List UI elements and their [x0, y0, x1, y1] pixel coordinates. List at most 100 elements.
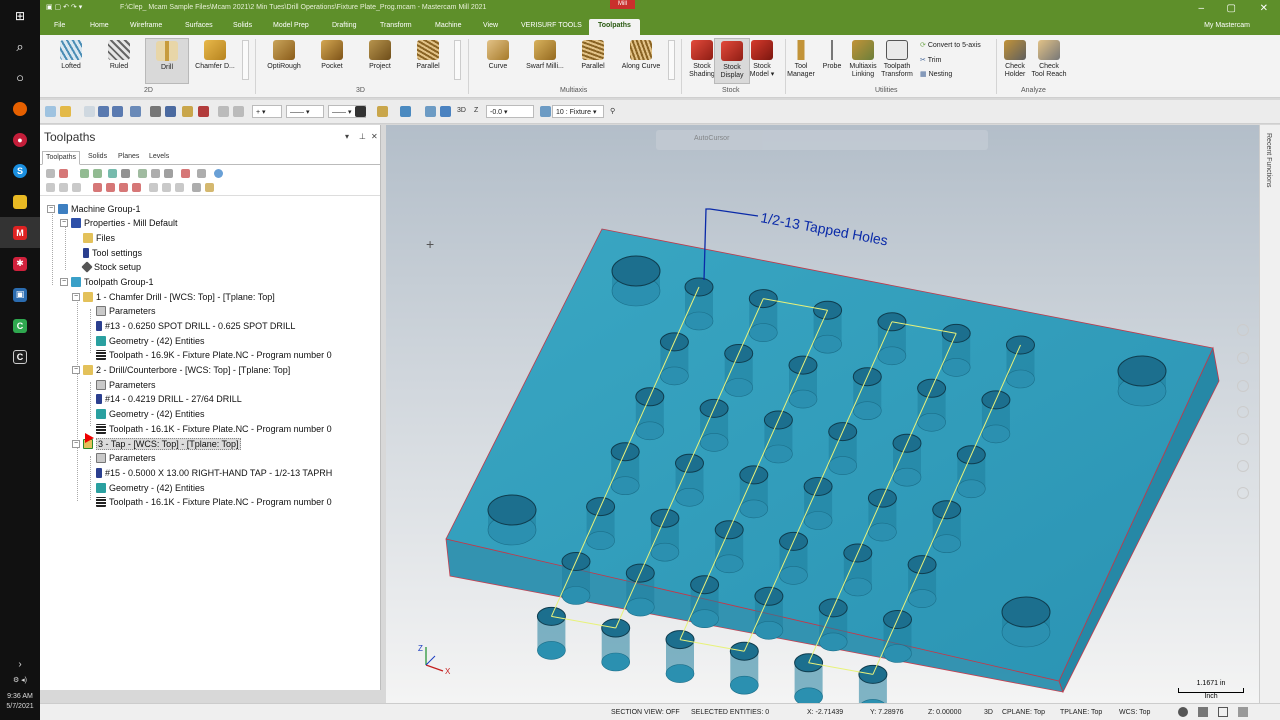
pocket-button[interactable]: Pocket [310, 38, 354, 84]
point-style-dropdown[interactable]: + ▾ [252, 105, 282, 118]
counterbore-hole[interactable] [1117, 355, 1167, 407]
tree-tool[interactable]: #15 - 0.5000 X 13.00 RIGHT-HAND TAP - 1/… [96, 466, 332, 480]
tree-files[interactable]: Files [83, 231, 115, 245]
recent-functions-strip[interactable]: Recent Functions [1259, 125, 1280, 703]
wireframe-icon[interactable] [1218, 707, 1228, 717]
my-mastercam-link[interactable]: My Mastercam [1204, 22, 1250, 29]
menu-home[interactable]: Home [90, 22, 109, 29]
select-all-icon[interactable] [46, 169, 55, 178]
toggle-posting-icon[interactable] [72, 183, 81, 192]
tab-planes[interactable]: Planes [118, 153, 139, 160]
shaded-view-icon[interactable] [1237, 433, 1249, 445]
collapse-icon[interactable]: − [47, 205, 55, 213]
clear-icon[interactable] [1237, 487, 1249, 499]
open-icon[interactable] [60, 106, 71, 117]
multiaxis-gallery-scroll[interactable] [668, 40, 675, 80]
tree-machine-group[interactable]: − Machine Group-1 [47, 202, 141, 216]
tab-solids[interactable]: Solids [88, 153, 107, 160]
collapse-icon[interactable]: − [72, 366, 80, 374]
menu-verisurf-tools[interactable]: VERISURF TOOLS [521, 22, 582, 29]
swarf-milling-button[interactable]: Swarf Milli... [523, 38, 567, 84]
g1-post-icon[interactable] [151, 169, 160, 178]
fixture-plate-model[interactable]: 1/2-13 Tapped Holes Z X + [386, 125, 1259, 703]
nesting-button[interactable]: ▦ Nesting [920, 70, 952, 78]
tapped-hole[interactable] [877, 312, 907, 366]
tree-settings-icon[interactable] [205, 183, 214, 192]
file-explorer-icon[interactable] [0, 186, 40, 217]
regenerate-all-icon[interactable] [80, 169, 89, 178]
display-mode-icon[interactable] [1198, 707, 1208, 717]
redo-icon[interactable] [233, 106, 244, 117]
tree-toolpath[interactable]: Toolpath - 16.1K - Fixture Plate.NC - Pr… [96, 422, 332, 436]
collapse-icon[interactable]: − [60, 278, 68, 286]
deselect-icon[interactable] [59, 169, 68, 178]
counterbore-hole[interactable] [611, 255, 661, 307]
stock-model-button[interactable]: Stock Model ▾ [744, 38, 780, 84]
camtasia-icon[interactable]: C [0, 341, 40, 372]
tree-geometry[interactable]: Geometry - (42) Entities [96, 334, 205, 348]
tree-tool[interactable]: #13 - 0.6250 SPOT DRILL - 0.625 SPOT DRI… [96, 319, 295, 333]
copy-icon[interactable] [84, 106, 95, 117]
ruled-button[interactable]: Ruled [97, 38, 141, 84]
windows-start-icon[interactable]: ⊞ [0, 0, 40, 31]
save-icon[interactable] [98, 106, 109, 117]
regenerate-dirty-icon[interactable] [93, 169, 102, 178]
tree-operation-3[interactable]: − 3 - Tap - [WCS: Top] - [Tplane: Top] [72, 437, 241, 451]
save-as-icon[interactable] [112, 106, 123, 117]
expand-collapse-icon[interactable] [175, 183, 184, 192]
menu-toolpaths[interactable]: Toolpaths [589, 19, 640, 35]
cplane-status[interactable]: CPLANE: Top [1002, 709, 1045, 716]
tab-toolpaths[interactable]: Toolpaths [42, 151, 80, 165]
insert-arrow-icon[interactable] [85, 433, 94, 443]
wireframe-color-icon[interactable] [355, 106, 366, 117]
menu-solids[interactable]: Solids [233, 22, 252, 29]
tab-levels[interactable]: Levels [149, 153, 169, 160]
tree-stock-setup[interactable]: Stock setup [81, 260, 141, 274]
tree-toolpath-group[interactable]: − Toolpath Group-1 [60, 275, 154, 289]
project-button[interactable]: Project [358, 38, 402, 84]
shading-icon[interactable] [1178, 707, 1188, 717]
tree-operation-2[interactable]: − 2 - Drill/Counterbore - [WCS: Top] - [T… [72, 363, 290, 377]
panel-menu-icon[interactable]: ▾ [345, 132, 349, 141]
taskbar-clock[interactable]: › ⚙ ◂) 9:36 AM 5/7/2021 [0, 660, 40, 712]
settings-icon[interactable] [1237, 460, 1249, 472]
tree-toolpath[interactable]: Toolpath - 16.9K - Fixture Plate.NC - Pr… [96, 348, 332, 362]
menu-transform[interactable]: Transform [380, 22, 412, 29]
move-down-icon[interactable] [93, 183, 102, 192]
panel-close-icon[interactable]: ✕ [371, 132, 378, 141]
section-view-status[interactable]: SECTION VIEW: OFF [611, 709, 680, 716]
menu-machine[interactable]: Machine [435, 22, 461, 29]
check-holder-button[interactable]: Check Holder [997, 38, 1033, 84]
tree-parameters[interactable]: Parameters [96, 378, 156, 392]
parallel-3d-button[interactable]: Parallel [406, 38, 450, 84]
menu-file[interactable]: File [54, 22, 65, 29]
tree-tool-settings[interactable]: Tool settings [83, 246, 142, 260]
tree-parameters[interactable]: Parameters [96, 451, 156, 465]
delete-operations-icon[interactable] [197, 169, 206, 178]
collapse-icon[interactable]: − [72, 293, 80, 301]
translucency-icon[interactable] [1238, 707, 1248, 717]
tree-options-icon[interactable] [192, 183, 201, 192]
graphics-viewport[interactable]: AutoCursor 1/2-13 Tapped Holes Z X + 1.1… [386, 125, 1259, 703]
3d-gallery-scroll[interactable] [454, 40, 461, 80]
z-depth-input[interactable]: -0.0 ▾ [486, 105, 534, 118]
firefox-icon[interactable] [0, 93, 40, 124]
solid-color-icon[interactable] [377, 106, 388, 117]
trim-button[interactable]: ✂ Trim [920, 56, 941, 64]
help-icon[interactable] [214, 169, 223, 178]
app-pink-icon[interactable]: ✱ [0, 248, 40, 279]
close-icon[interactable]: ✕ [1260, 3, 1268, 14]
skype-icon[interactable]: S [0, 155, 40, 186]
quick-access-icons[interactable]: ▣ ▢ ↶ ↷ ▾ [46, 3, 82, 11]
lofted-button[interactable]: Lofted [49, 38, 93, 84]
tapped-hole[interactable] [748, 289, 778, 342]
only-display-associated-icon[interactable] [162, 183, 171, 192]
insert-arrow-icon[interactable] [119, 183, 128, 192]
line-style-dropdown[interactable]: —— ▾ [286, 105, 324, 118]
panel-pin-icon[interactable]: ⊥ [359, 132, 366, 141]
menu-surfaces[interactable]: Surfaces [185, 22, 213, 29]
analyze-icon[interactable] [198, 106, 209, 117]
counterbore-hole[interactable] [487, 494, 537, 546]
selected-entities-status[interactable]: SELECTED ENTITIES: 0 [691, 709, 769, 716]
app-red-icon[interactable]: ● [0, 124, 40, 155]
